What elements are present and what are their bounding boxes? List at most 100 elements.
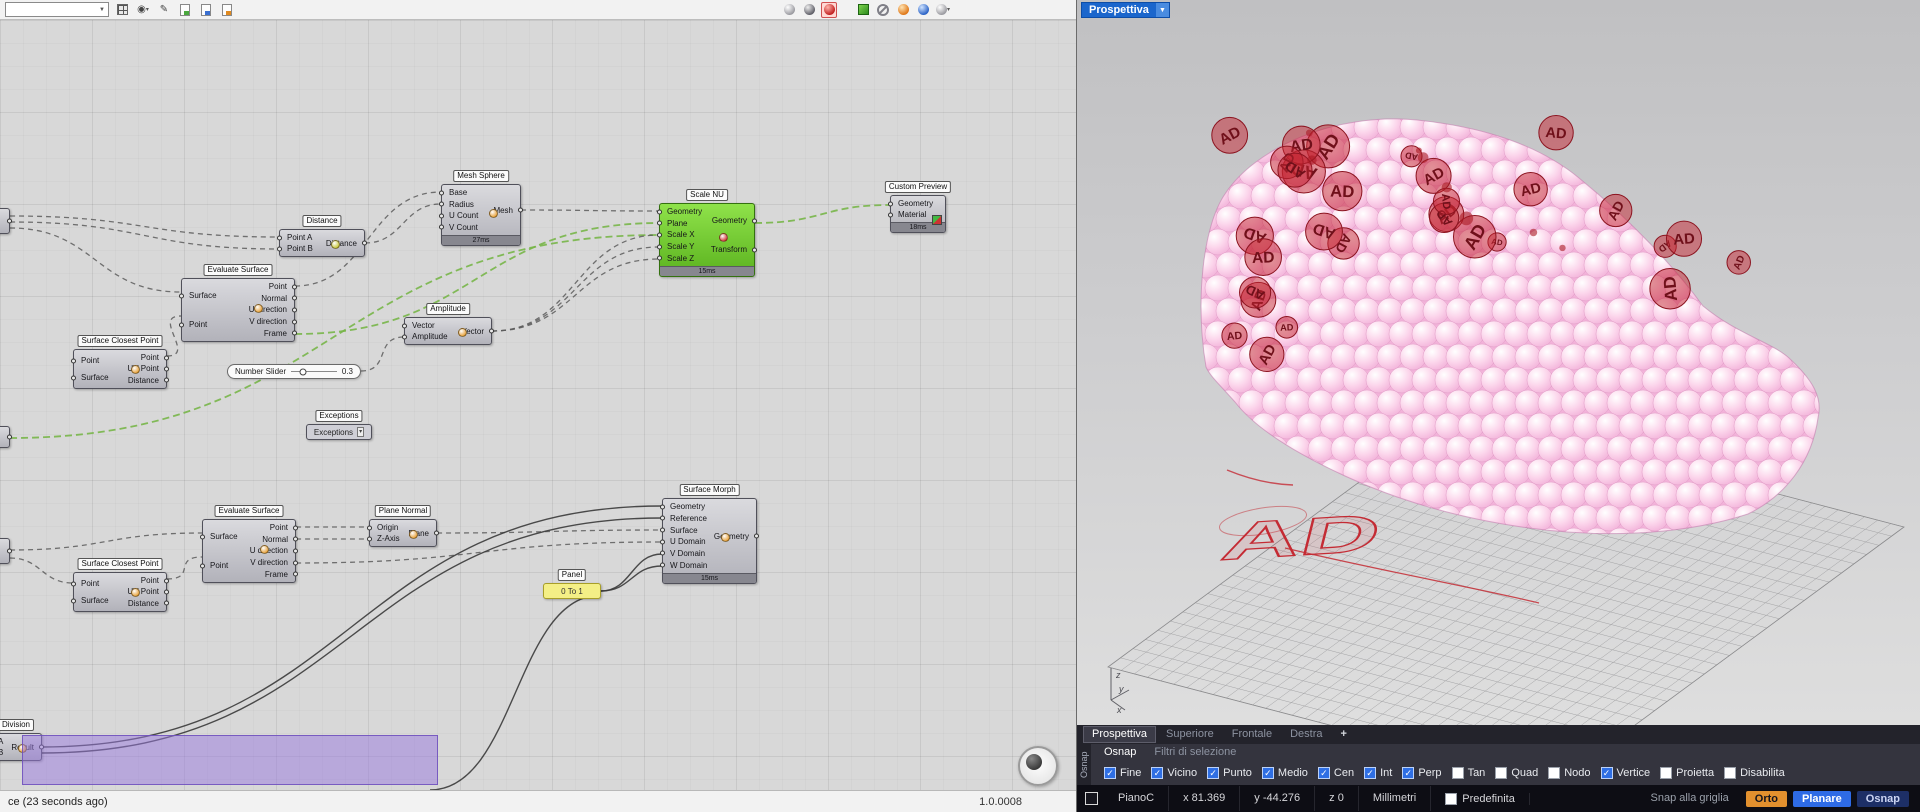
gh-node-stub-1[interactable]: [0, 208, 12, 234]
osnap-toggles-row: ✓ Fine ✓ Vicino ✓ Punto ✓ Medio ✓ Cen ✓ Int ✓ Perp Tan…: [1092, 760, 1920, 785]
checkbox-disabilita[interactable]: [1724, 766, 1737, 779]
osnap-toggle[interactable]: Osnap: [1856, 790, 1909, 807]
checkbox-fine[interactable]: ✓: [1104, 766, 1116, 779]
osnap-label: Quad: [1511, 766, 1539, 779]
sketch-selector-dropdown[interactable]: ▼: [5, 2, 109, 17]
checkbox-int[interactable]: ✓: [1364, 766, 1377, 779]
viewport-title-button[interactable]: Prospettiva ▼: [1081, 2, 1170, 18]
gh-input-port: Plane: [657, 218, 702, 229]
gh-panel-value: 0 To 1: [561, 586, 583, 596]
gh-node-plane-normal[interactable]: Plane Normal Origin Z-Axis Plane: [367, 505, 439, 547]
cplane-indicator[interactable]: PianoC: [1104, 786, 1170, 811]
units-indicator[interactable]: Millimetri: [1359, 786, 1432, 811]
osnap-item-perp[interactable]: ✓ Perp: [1402, 766, 1442, 779]
gh-output-port: V direction: [250, 557, 298, 568]
slider-knob[interactable]: [299, 368, 307, 375]
gh-node-surface-morph[interactable]: Surface Morph Geometry Reference Surface U D…: [660, 484, 759, 584]
gh-node-distance[interactable]: Distance Point A Point B Distance: [277, 215, 367, 257]
view-tab-frontale[interactable]: Frontale: [1224, 727, 1280, 742]
osnap-item-quad[interactable]: Quad: [1495, 766, 1539, 779]
osnap-item-vertice[interactable]: ✓ Vertice: [1600, 766, 1650, 779]
number-slider[interactable]: Number Slider 0.3: [227, 364, 361, 379]
checkbox-tan[interactable]: [1451, 766, 1464, 779]
gh-node-surface-closest-point-2[interactable]: Surface Closest Point Point Surface Point UV…: [71, 558, 169, 612]
add-view-tab-button[interactable]: +: [1333, 727, 1355, 742]
gh-component-icon: [720, 532, 730, 542]
checkbox-vertice[interactable]: ✓: [1600, 766, 1613, 779]
checkbox-proietta[interactable]: [1660, 766, 1673, 779]
gh-output-port: Point: [127, 352, 169, 363]
no-preview-icon[interactable]: [875, 2, 891, 18]
checkbox-cen[interactable]: ✓: [1317, 766, 1330, 779]
rendered-sphere-icon[interactable]: [821, 1, 837, 18]
tab-selection-filters[interactable]: Filtri di selezione: [1154, 746, 1236, 758]
osnap-item-int[interactable]: ✓ Int: [1364, 766, 1392, 779]
osnap-item-vicino[interactable]: ✓ Vicino: [1151, 766, 1197, 779]
gh-node-mesh-sphere[interactable]: Mesh Sphere Base Radius U Count V Count Mesh 2…: [439, 170, 523, 246]
gh-node-body: 0 To 1: [543, 583, 601, 599]
gh-node-exceptions[interactable]: Exceptions Exceptions ▾: [306, 410, 372, 440]
gh-component-icon: [260, 544, 270, 554]
ortho-toggle[interactable]: Orto: [1745, 790, 1788, 807]
planar-toggle[interactable]: Planare: [1793, 790, 1851, 807]
gh-node-body: Point Surface Point UV Point Distance: [71, 349, 169, 389]
gh-node-evaluate-surface-2[interactable]: Evaluate Surface Surface Point Point Normal U…: [200, 505, 298, 583]
selection-grid-icon[interactable]: [114, 2, 130, 18]
view-tab-superiore[interactable]: Superiore: [1158, 727, 1222, 742]
checkbox-vicino[interactable]: ✓: [1151, 766, 1164, 779]
gh-node-label: Division: [0, 719, 35, 731]
tab-osnap[interactable]: Osnap: [1104, 746, 1136, 758]
osnap-item-fine[interactable]: ✓ Fine: [1104, 766, 1141, 779]
osnap-item-proietta[interactable]: Proietta: [1660, 766, 1714, 779]
chevron-down-icon[interactable]: ▼: [1155, 3, 1169, 17]
artistic-sphere-icon[interactable]: [895, 2, 911, 18]
gh-node-stub-2[interactable]: [0, 426, 12, 448]
osnap-item-disabilita[interactable]: Disabilita: [1724, 766, 1785, 779]
preview-dropdown-icon[interactable]: ▾: [935, 2, 951, 18]
view-tab-destra[interactable]: Destra: [1282, 727, 1330, 742]
gh-node-label: Exceptions: [315, 410, 363, 422]
canvas-compass-widget[interactable]: [1018, 746, 1058, 786]
gh-node-label: Surface Closest Point: [77, 558, 163, 570]
gh-input-port: V Domain: [660, 548, 707, 559]
rhino-statusbar: PianoC x 81.369 y -44.276 z 0 Millimetri…: [1077, 785, 1920, 812]
checkbox-quad[interactable]: [1495, 766, 1508, 779]
gh-node-stub-3[interactable]: [0, 538, 12, 564]
gh-node-amplitude[interactable]: Amplitude Vector Amplitude Vector: [402, 303, 494, 345]
autosave-message: ce (23 seconds ago): [8, 795, 108, 808]
doc-icon-blue[interactable]: [198, 2, 214, 18]
gh-node-panel[interactable]: Panel 0 To 1: [543, 569, 601, 599]
shaded-sphere-icon[interactable]: [801, 2, 817, 18]
view-tab-prospettiva[interactable]: Prospettiva: [1083, 726, 1157, 743]
blue-sphere-icon[interactable]: [915, 2, 931, 18]
osnap-item-punto[interactable]: ✓ Punto: [1207, 766, 1252, 779]
box-display-icon[interactable]: [855, 2, 871, 18]
default-layer-checkbox[interactable]: [1445, 792, 1458, 805]
grasshopper-statusbar: ce (23 seconds ago) 1.0.0008: [0, 790, 1076, 812]
wireframe-sphere-icon[interactable]: [781, 2, 797, 18]
slider-track[interactable]: [291, 368, 337, 375]
sketch-pencil-icon[interactable]: ✎: [156, 2, 172, 18]
grasshopper-canvas[interactable]: Mesh Sphere Base Radius U Count V Count Mesh 2…: [0, 20, 1076, 790]
layer-color-swatch[interactable]: [1085, 792, 1098, 805]
osnap-item-nodo[interactable]: Nodo: [1548, 766, 1591, 779]
doc-icon-green[interactable]: [177, 2, 193, 18]
checkbox-punto[interactable]: ✓: [1207, 766, 1220, 779]
gh-node-scale-nu[interactable]: Scale NU Geometry Plane Scale X Scale Y Scale…: [657, 189, 757, 277]
gh-node-body: Surface Point Point Normal U direction V dire…: [200, 519, 298, 583]
checkbox-nodo[interactable]: [1548, 766, 1561, 779]
osnap-item-tan[interactable]: Tan: [1451, 766, 1485, 779]
doc-icon-orange[interactable]: [219, 2, 235, 18]
rhino-viewport[interactable]: AD AD AD AD AD AD AD AD AD AD AD AD AD AD AD AD AD AD AD AD…: [1077, 0, 1920, 725]
checkbox-perp[interactable]: ✓: [1402, 766, 1415, 779]
osnap-item-cen[interactable]: ✓ Cen: [1317, 766, 1354, 779]
gh-node-custom-preview[interactable]: Custom Preview Geometry Material 18ms: [884, 181, 952, 233]
checkbox-medio[interactable]: ✓: [1261, 766, 1274, 779]
osnap-side-tab[interactable]: Osnap: [1077, 744, 1091, 785]
osnap-item-medio[interactable]: ✓ Medio: [1261, 766, 1308, 779]
gh-node-surface-closest-point-1[interactable]: Surface Closest Point Point Surface Point UV…: [71, 335, 169, 389]
gh-node-evaluate-surface-1[interactable]: Evaluate Surface Surface Point Point Normal U…: [179, 264, 297, 342]
preview-eye-icon[interactable]: ◉ ▾: [135, 2, 151, 18]
grid-snap-toggle[interactable]: Snap alla griglia: [1637, 786, 1743, 811]
gh-node-body: Geometry Plane Scale X Scale Y Scale Z Geomet…: [657, 203, 757, 277]
